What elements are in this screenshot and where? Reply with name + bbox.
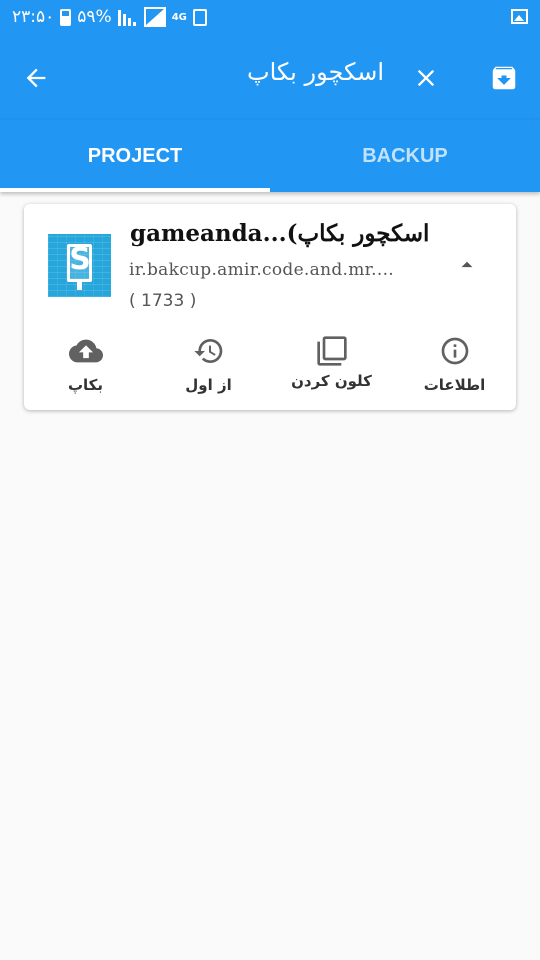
app-title: gameanda...(اسکچور بکاپ xyxy=(130,220,430,247)
clone-action[interactable]: کلون کردن xyxy=(270,334,393,400)
archive-button[interactable] xyxy=(482,56,526,100)
battery-percent: ۵۹% xyxy=(77,7,112,27)
network-type: 4G xyxy=(171,11,187,23)
back-button[interactable] xyxy=(14,56,58,100)
image-notification-icon xyxy=(511,9,528,24)
collapse-button[interactable] xyxy=(454,252,480,278)
status-left: ۲۳:۵۰ ۵۹% 4G xyxy=(12,7,207,27)
app-bar: اسکچور بکاپ xyxy=(0,36,540,120)
clear-search-button[interactable] xyxy=(404,56,448,100)
close-icon xyxy=(417,69,435,87)
battery-icon xyxy=(60,8,72,26)
card-actions: بکاپ از اول کلون کردن اطلاعات xyxy=(24,334,516,400)
tab-project[interactable]: PROJECT xyxy=(0,120,270,192)
cellular-signal-icon xyxy=(143,7,166,27)
app-version: ( 1733 ) xyxy=(129,291,197,311)
cloud-upload-icon xyxy=(68,334,103,368)
signal-bars-icon xyxy=(117,8,138,26)
restore-history-icon xyxy=(192,334,226,368)
restore-label: از اول xyxy=(185,376,232,394)
icon-stem xyxy=(77,282,82,290)
status-time: ۲۳:۵۰ xyxy=(12,7,55,27)
app-package-name: ir.bakcup.amir.code.and.mr.... xyxy=(129,260,394,280)
search-query[interactable]: اسکچور بکاپ xyxy=(247,58,384,86)
tab-bar: PROJECT BACKUP xyxy=(0,120,540,192)
app-card[interactable]: S gameanda...(اسکچور بکاپ ir.bakcup.amir… xyxy=(24,204,516,410)
arrow-drop-up-icon xyxy=(461,261,473,268)
clone-icon xyxy=(315,334,349,368)
arrow-back-icon xyxy=(26,68,46,88)
restore-action[interactable]: از اول xyxy=(147,334,270,400)
archive-download-icon xyxy=(492,66,516,90)
info-label: اطلاعات xyxy=(423,376,486,394)
backup-action[interactable]: بکاپ xyxy=(24,334,147,400)
clone-label: کلون کردن xyxy=(291,372,372,390)
status-bar: ۲۳:۵۰ ۵۹% 4G xyxy=(0,0,540,36)
tab-backup[interactable]: BACKUP xyxy=(270,120,540,192)
app-icon: S xyxy=(48,234,111,297)
sim-card-icon xyxy=(192,8,207,26)
backup-label: بکاپ xyxy=(67,376,104,394)
info-action[interactable]: اطلاعات xyxy=(393,334,516,400)
info-icon xyxy=(438,334,472,368)
sketchware-logo-icon: S xyxy=(69,242,91,277)
